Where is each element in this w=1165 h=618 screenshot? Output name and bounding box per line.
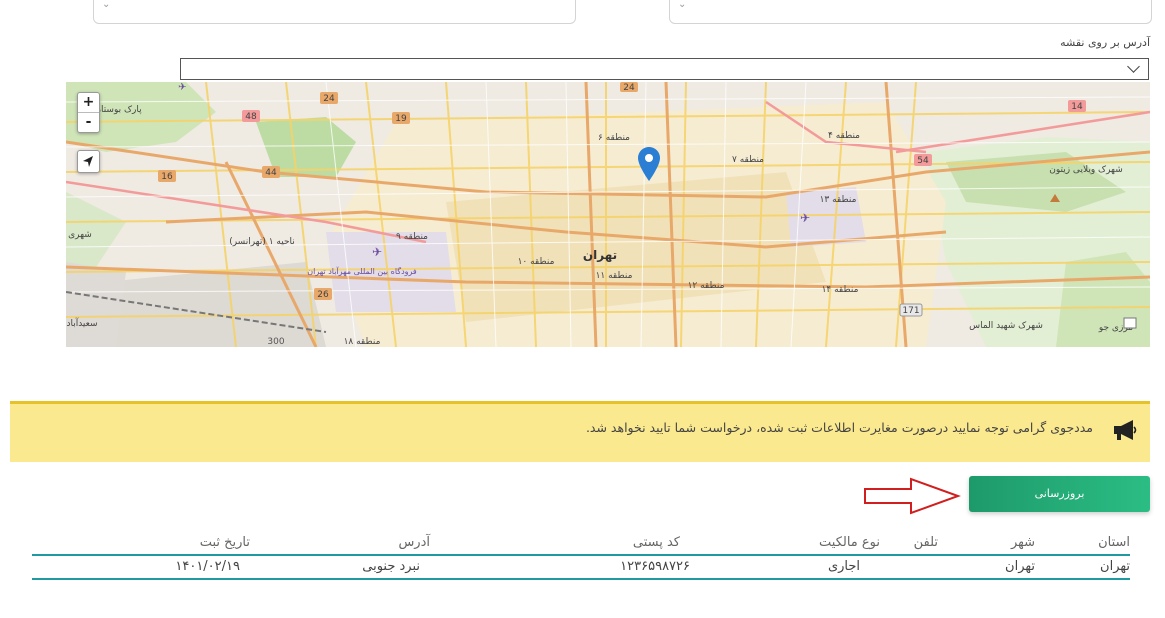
col-header-address: آدرس xyxy=(398,535,430,550)
svg-text:24: 24 xyxy=(323,94,335,104)
svg-text:19: 19 xyxy=(395,114,407,124)
megaphone-icon xyxy=(1112,419,1138,445)
cell-registration-date: ۱۴۰۱/۰۲/۱۹ xyxy=(175,559,240,574)
col-header-phone: تلفن xyxy=(913,535,938,550)
svg-text:✈: ✈ xyxy=(178,82,186,93)
map-tiles: 24 24 48 19 16 44 26 54 14 171 300 منطقه… xyxy=(66,82,1150,347)
col-header-province: استان xyxy=(1098,535,1130,550)
svg-text:شهرک شهید الماس: شهرک شهید الماس xyxy=(969,320,1043,331)
svg-text:تهران: تهران xyxy=(583,248,617,262)
upper-field-left[interactable]: ⌄ xyxy=(93,0,576,24)
map-view[interactable]: 24 24 48 19 16 44 26 54 14 171 300 منطقه… xyxy=(66,82,1150,347)
zoom-out-button[interactable]: - xyxy=(78,112,99,132)
svg-text:شهرک ویلایی زیتون: شهرک ویلایی زیتون xyxy=(1049,164,1123,175)
chevron-down-icon: ⌄ xyxy=(678,0,687,10)
svg-text:54: 54 xyxy=(917,156,929,166)
svg-text:منطقه ۹: منطقه ۹ xyxy=(396,232,428,242)
col-header-city: شهر xyxy=(1010,535,1035,550)
svg-text:14: 14 xyxy=(1071,102,1083,112)
svg-text:44: 44 xyxy=(265,168,277,178)
cell-province: تهران xyxy=(1100,559,1130,574)
map-address-select[interactable] xyxy=(180,58,1149,80)
red-arrow-annotation xyxy=(864,477,961,515)
svg-text:✈: ✈ xyxy=(800,211,810,225)
svg-text:منطقه ۱۰: منطقه ۱۰ xyxy=(518,257,555,267)
svg-text:منطقه ۱۱: منطقه ۱۱ xyxy=(596,271,633,281)
cell-city: تهران xyxy=(1005,559,1035,574)
svg-text:24: 24 xyxy=(623,83,635,93)
table-header: استان شهر تلفن نوع مالکیت کد پستی آدرس ت… xyxy=(32,532,1130,556)
cell-postal-code: ۱۲۳۶۵۹۸۷۲۶ xyxy=(620,559,690,574)
svg-text:منطقه ۱۴: منطقه ۱۴ xyxy=(822,285,859,295)
svg-text:ناحیه ۱ (تهرانسر): ناحیه ۱ (تهرانسر) xyxy=(229,237,295,247)
cell-address: نبرد جنوبی xyxy=(362,559,420,574)
svg-text:171: 171 xyxy=(902,306,919,316)
svg-text:شهری: شهری xyxy=(68,230,92,240)
svg-text:منطقه ۴: منطقه ۴ xyxy=(828,131,860,141)
navigation-arrow-icon xyxy=(83,156,93,167)
locate-button[interactable] xyxy=(77,150,100,173)
svg-text:منطقه ۱۲: منطقه ۱۲ xyxy=(688,281,725,291)
svg-text:منطقه ۷: منطقه ۷ xyxy=(732,155,764,165)
map-pin-icon xyxy=(638,147,660,181)
zoom-in-button[interactable]: + xyxy=(78,93,99,112)
svg-text:✈: ✈ xyxy=(372,245,382,259)
svg-text:26: 26 xyxy=(317,290,329,300)
svg-text:سعیدآباد: سعیدآباد xyxy=(66,317,97,329)
upper-field-right[interactable]: ⌄ xyxy=(669,0,1152,24)
col-header-ownership: نوع مالکیت xyxy=(819,535,880,550)
col-header-registration-date: تاریخ ثبت xyxy=(199,535,250,550)
cell-ownership: اجاری xyxy=(827,559,860,574)
svg-text:منطقه ۱۸: منطقه ۱۸ xyxy=(344,337,381,347)
warning-notice: مددجوی گرامی توجه نمایید درصورت مغایرت ا… xyxy=(10,401,1150,462)
svg-text:فرودگاه بین المللی مهرآباد تهر: فرودگاه بین المللی مهرآباد تهران xyxy=(307,266,417,276)
svg-text:منطقه ۶: منطقه ۶ xyxy=(598,133,630,143)
col-header-postal-code: کد پستی xyxy=(632,535,680,550)
svg-text:16: 16 xyxy=(161,172,173,182)
svg-text:منطقه ۱۳: منطقه ۱۳ xyxy=(820,195,857,205)
update-button[interactable]: بروزرسانی xyxy=(969,476,1150,512)
svg-text:48: 48 xyxy=(245,112,257,122)
svg-text:پارک بوستان: پارک بوستان xyxy=(94,104,142,115)
zoom-control: + - xyxy=(77,92,100,133)
chevron-down-icon: ⌄ xyxy=(102,0,111,10)
chevron-down-icon xyxy=(1127,60,1140,73)
address-table: استان شهر تلفن نوع مالکیت کد پستی آدرس ت… xyxy=(32,532,1130,580)
map-address-label: آدرس بر روی نقشه xyxy=(1060,36,1150,49)
table-row: تهران تهران اجاری ۱۲۳۶۵۹۸۷۲۶ نبرد جنوبی … xyxy=(32,556,1130,580)
notice-text: مددجوی گرامی توجه نمایید درصورت مغایرت ا… xyxy=(585,420,1093,435)
svg-text:300: 300 xyxy=(267,337,284,347)
